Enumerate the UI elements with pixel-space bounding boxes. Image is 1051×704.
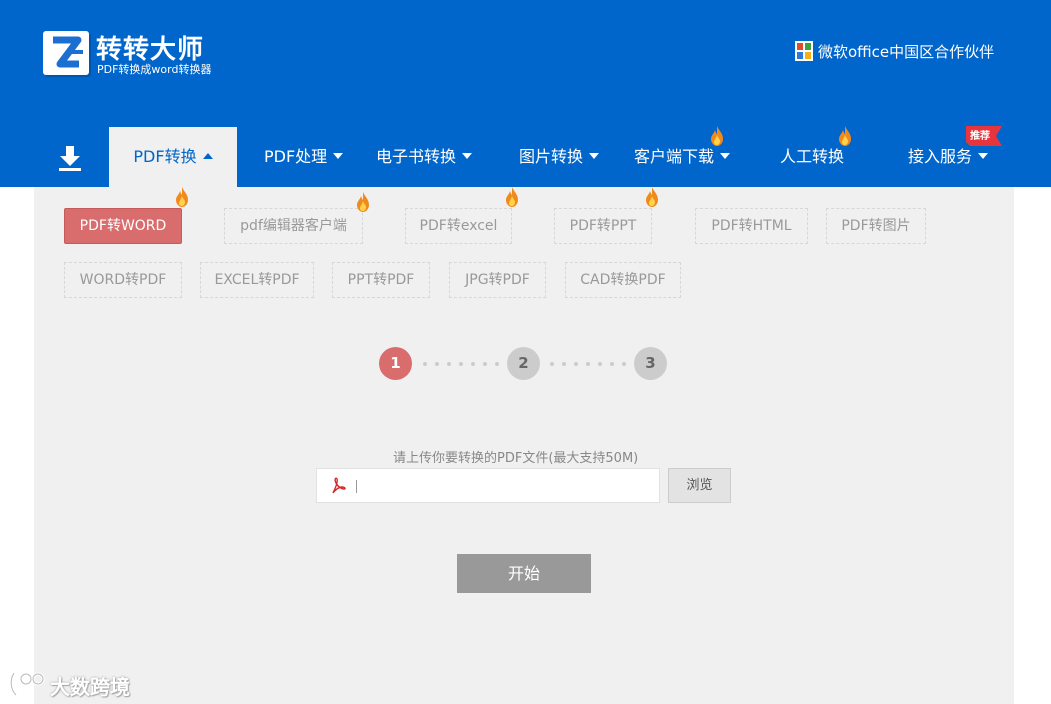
nav-pdf-process[interactable]: PDF处理 [264,127,344,187]
recommend-badge-text: 推荐 [970,131,990,142]
caret-down-icon [720,152,731,159]
step-dot [483,362,487,366]
tool-pdf-to-word[interactable]: PDF转WORD [64,208,182,244]
step-dot [550,362,554,366]
tool-label: PDF转WORD [79,218,167,234]
header-bar: 转转大师 PDF转换成word转换器 微软office中国区合作伙伴 PDF转换… [0,0,1051,187]
tool-label: EXCEL转PDF [214,272,300,288]
upload-instruction: 请上传你要转换的PDF文件(最大支持50M) [393,451,639,466]
caret-down-icon [333,152,344,159]
tool-label: pdf编辑器客户端 [240,218,347,234]
step-1: 1 [379,347,412,380]
caret-down-icon [978,152,989,159]
logo[interactable]: 转转大师 PDF转换成word转换器 [43,31,243,81]
nav-label: 接入服务 [908,147,973,166]
nav-ebook-convert[interactable]: 电子书转换 [376,127,473,187]
step-dot [598,362,602,366]
step-dot [610,362,614,366]
step-dot [459,362,463,366]
nav-image-convert[interactable]: 图片转换 [519,127,600,187]
step-dot [423,362,427,366]
nav-label: PDF处理 [264,147,328,166]
tool-label: CAD转换PDF [580,272,666,288]
tool-label: PDF转HTML [711,218,792,234]
tool-label: PDF转图片 [841,218,911,234]
nav-label: 图片转换 [519,147,584,166]
nav-pdf-convert[interactable]: PDF转换 [109,127,237,187]
caret-down-icon [589,152,600,159]
tool-cad-to-pdf[interactable]: CAD转换PDF [565,262,681,298]
step-dot [495,362,499,366]
file-path-input[interactable] [316,468,660,503]
caret-down-icon [462,152,473,159]
nav-label: 人工转换 [780,147,845,166]
logo-icon [43,31,89,75]
tool-label: PPT转PDF [347,272,415,288]
office-partner-icon [795,41,813,61]
hot-flame-icon [711,126,723,146]
start-button[interactable]: 开始 [457,554,591,593]
tool-label: WORD转PDF [79,272,167,288]
step-3: 3 [634,347,667,380]
tool-label: PDF转PPT [569,218,637,234]
nav-manual-convert[interactable]: 人工转换 [780,127,844,187]
tool-pdf-to-ppt[interactable]: PDF转PPT [554,208,652,244]
pdf-file-icon [332,477,346,494]
nav-label: 客户端下载 [634,147,715,166]
hot-flame-icon [839,126,851,146]
brand-subtitle: PDF转换成word转换器 [97,63,212,76]
tool-jpg-to-pdf[interactable]: JPG转PDF [449,262,546,298]
hot-flame-icon [506,187,518,207]
caret-up-icon [202,152,213,159]
watermark-text: 大数跨境 [50,675,130,699]
tool-pdf-to-image[interactable]: PDF转图片 [826,208,926,244]
hot-flame-icon [357,192,369,212]
tool-excel-to-pdf[interactable]: EXCEL转PDF [200,262,314,298]
browse-button[interactable]: 浏览 [668,468,731,503]
tool-label: JPG转PDF [465,272,530,288]
step-2: 2 [507,347,540,380]
step-dot [562,362,566,366]
tool-ppt-to-pdf[interactable]: PPT转PDF [332,262,430,298]
nav-label: 电子书转换 [376,147,457,166]
hot-flame-icon [646,187,658,207]
step-dot [574,362,578,366]
step-dot [471,362,475,366]
tool-word-to-pdf[interactable]: WORD转PDF [64,262,182,298]
download-icon[interactable] [50,138,90,178]
hot-flame-icon [176,187,188,207]
nav-label: PDF转换 [133,147,197,166]
step-dot [622,362,626,366]
step-dot [447,362,451,366]
step-dot [586,362,590,366]
tool-pdf-to-excel[interactable]: PDF转excel [405,208,512,244]
tool-pdf-editor-client[interactable]: pdf编辑器客户端 [224,208,363,244]
tool-pdf-to-html[interactable]: PDF转HTML [695,208,808,244]
step-dot [435,362,439,366]
text-cursor [356,480,357,493]
tool-label: PDF转excel [419,218,498,234]
watermark-logo-icon [9,672,45,697]
partner-text: 微软office中国区合作伙伴 [818,43,995,61]
